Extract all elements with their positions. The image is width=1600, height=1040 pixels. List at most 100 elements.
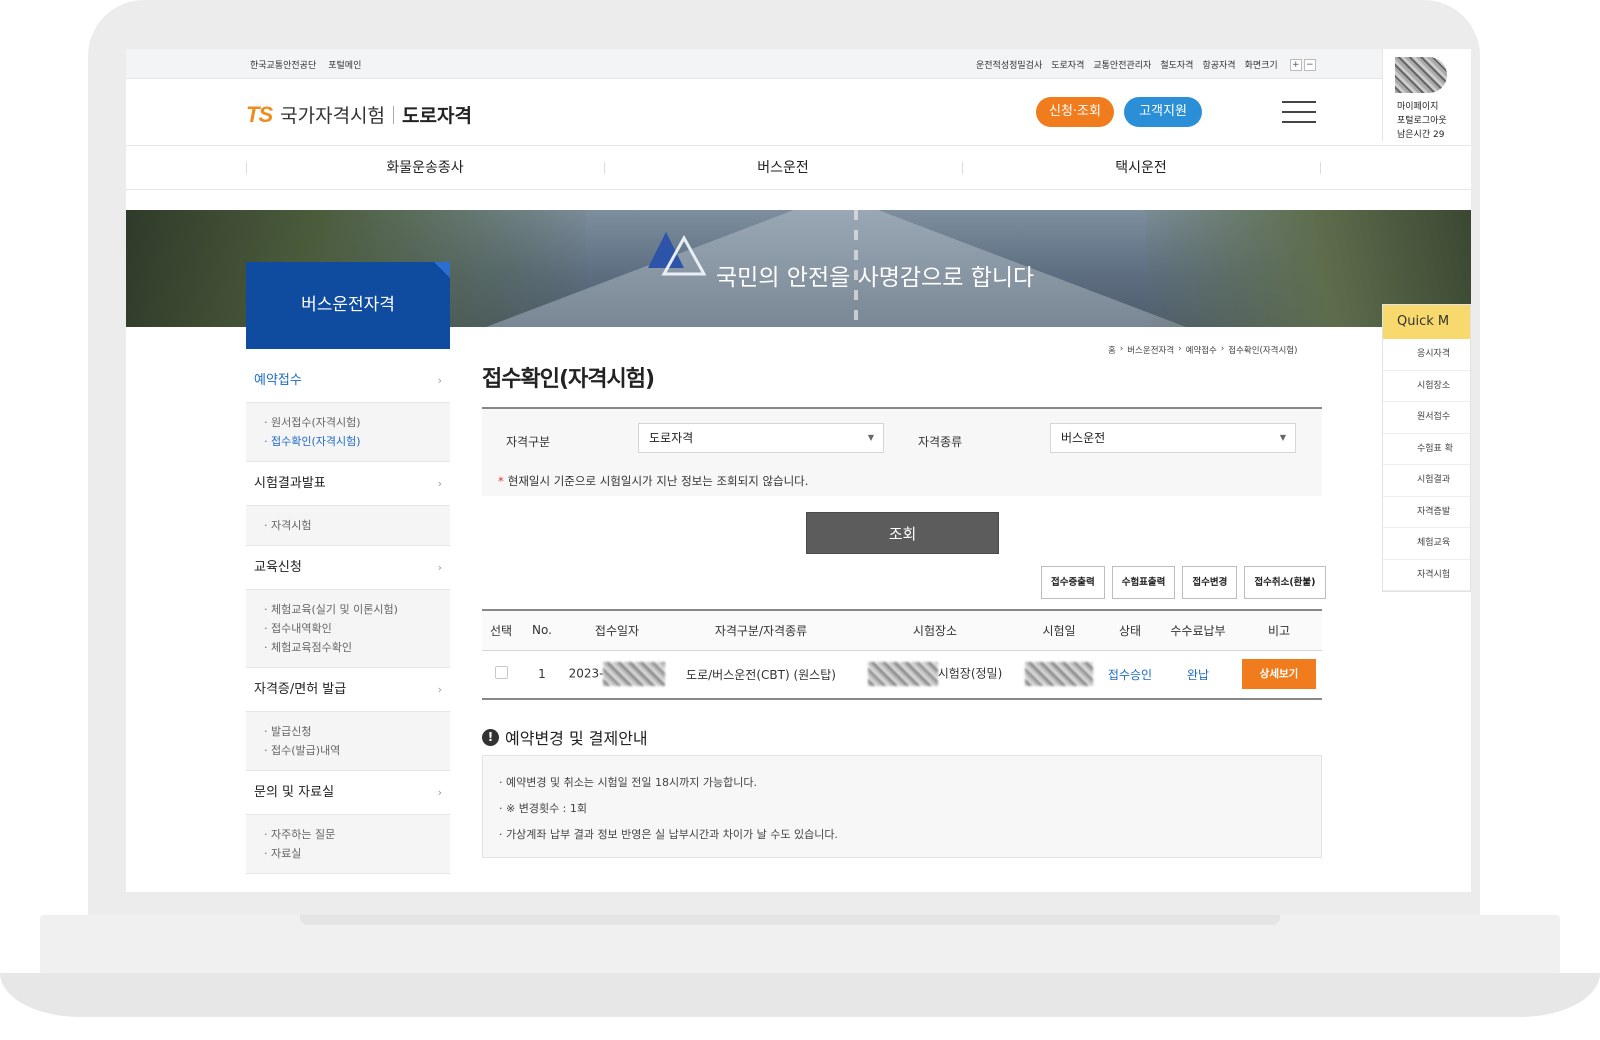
customer-support-button[interactable]: 고객지원	[1124, 97, 1202, 127]
lnb-submenu: · 자격시험	[246, 506, 450, 546]
row-exam-date	[1018, 650, 1100, 700]
lnb-sub-faq[interactable]: · 자주하는 질문	[264, 825, 436, 844]
redacted-place	[867, 662, 938, 687]
nav-item-taxi[interactable]: 택시운전	[962, 146, 1320, 190]
row-checkbox[interactable]	[494, 666, 508, 680]
lnb-item-reservation[interactable]: 예약접수 ›	[246, 359, 450, 403]
chevron-right-icon: ›	[437, 477, 442, 490]
print-ticket-button[interactable]: 수험표출력	[1111, 566, 1176, 599]
font-size-control: + −	[1289, 58, 1316, 71]
column-header: 시험일	[1018, 609, 1100, 651]
lnb-label: 문의 및 자료실	[254, 785, 335, 800]
nav-item-bus[interactable]: 버스운전	[604, 146, 962, 190]
logo-subtitle: 도로자격	[402, 105, 472, 127]
lnb-sub-score[interactable]: · 체험교육점수확인	[264, 638, 436, 657]
apply-search-button[interactable]: 신청·조회	[1036, 97, 1114, 127]
exclamation-circle-icon: !	[482, 728, 499, 746]
print-receipt-button[interactable]: 접수증출력	[1041, 566, 1105, 599]
util-link-road[interactable]: 도로자격	[1051, 58, 1084, 71]
qualification-type-label: 자격구분	[506, 435, 551, 449]
lnb-sub-application[interactable]: · 원서접수(자격시험)	[264, 413, 436, 432]
nav-item-cargo[interactable]: 화물운송종사	[246, 146, 604, 190]
cancel-refund-button[interactable]: 접수취소(환불)	[1244, 566, 1326, 599]
logout-link[interactable]: 포털로그아웃	[1397, 113, 1447, 126]
lnb-label: 예약접수	[254, 373, 302, 388]
chevron-right-icon: ›	[437, 374, 442, 387]
change-reservation-button[interactable]: 접수변경	[1182, 566, 1238, 599]
quick-menu-item[interactable]: 시험결과	[1383, 465, 1470, 497]
lnb-submenu: · 발급신청 · 접수(발급)내역	[246, 712, 450, 771]
zoom-out-button[interactable]: −	[1303, 58, 1316, 71]
quick-menu-item[interactable]: 자격시험	[1383, 560, 1470, 591]
util-link-portal[interactable]: 포털메인	[328, 58, 361, 71]
quick-menu-item[interactable]: 응시자격	[1383, 339, 1470, 371]
util-link-kotsa[interactable]: 한국교통안전공단	[250, 58, 316, 71]
logo-title: 국가자격시험	[280, 105, 386, 127]
lnb-sub-history[interactable]: · 접수내역확인	[264, 619, 436, 638]
column-header: No.	[520, 609, 564, 651]
browser-viewport: 한국교통안전공단 포털메인 운전적성정밀검사 도로자격 교통안전관리자 철도자격…	[126, 49, 1471, 892]
chevron-right-icon: ›	[437, 786, 442, 799]
breadcrumb-item[interactable]: 버스운전자격	[1127, 344, 1174, 356]
lnb-sub-issue[interactable]: · 발급신청	[264, 722, 436, 741]
laptop-base	[0, 915, 1600, 1035]
lnb-submenu: · 자주하는 질문 · 자료실	[246, 815, 450, 874]
lnb-label: 자격증/면허 발급	[254, 682, 347, 697]
column-header: 수수료납부	[1160, 609, 1236, 651]
avatar	[1395, 57, 1447, 93]
lnb-item-support[interactable]: 문의 및 자료실 ›	[246, 771, 450, 815]
lnb-sub-confirmation[interactable]: · 접수확인(자격시험)	[264, 432, 436, 451]
util-link-safety-manager[interactable]: 교통안전관리자	[1093, 58, 1151, 71]
row-status-link[interactable]: 접수승인	[1100, 650, 1160, 700]
site-header: TS 국가자격시험 도로자격 신청·조회 고객지원	[126, 79, 1471, 145]
main-navigation: 화물운송종사 버스운전 택시운전	[126, 145, 1471, 190]
breadcrumb-current: 접수확인(자격시험)	[1228, 346, 1298, 356]
zoom-in-button[interactable]: +	[1289, 58, 1302, 71]
lnb-sub-issue-history[interactable]: · 접수(발급)내역	[264, 741, 436, 760]
lnb-submenu: · 체험교육(실기 및 이론시험) · 접수내역확인 · 체험교육점수확인	[246, 590, 450, 668]
row-type: 도로/버스운전(CBT) (원스탑)	[670, 650, 852, 700]
row-fee-link[interactable]: 완납	[1160, 650, 1236, 700]
table-row: 1 2023- 도로/버스운전(CBT) (원스탑) 시험장(정밀) 접수승인 …	[482, 650, 1322, 700]
quick-menu-item[interactable]: 자격증발	[1383, 497, 1470, 528]
breadcrumb-item[interactable]: 예약접수	[1186, 344, 1217, 356]
lnb-sub-library[interactable]: · 자료실	[264, 844, 436, 863]
search-button[interactable]: 조회	[806, 512, 999, 554]
quick-menu-item[interactable]: 원서접수	[1383, 402, 1470, 434]
column-header: 자격구분/자격종류	[670, 609, 852, 651]
util-link-aviation[interactable]: 항공자격	[1202, 58, 1235, 71]
search-form: 자격구분 도로자격 ▼ 자격종류 버스운전 ▼ * 현재일시 기준으로 시험일시가 지…	[482, 407, 1322, 496]
redacted-date	[603, 662, 666, 687]
util-link-aptitude[interactable]: 운전적성정밀검사	[976, 58, 1042, 71]
util-link-rail[interactable]: 철도자격	[1160, 58, 1193, 71]
lnb-submenu: · 원서접수(자격시험) · 접수확인(자격시험)	[246, 403, 450, 462]
reservation-table: 선택 No. 접수일자 자격구분/자격종류 시험장소 시험일 상태 수수료납부 …	[482, 609, 1322, 700]
lnb-sub-experience[interactable]: · 체험교육(실기 및 이론시험)	[264, 600, 436, 619]
row-number: 1	[520, 650, 564, 700]
search-notice: * 현재일시 기준으로 시험일시가 지난 정보는 조회되지 않습니다.	[498, 474, 809, 488]
quick-menu-item[interactable]: 체험교육	[1383, 528, 1470, 560]
logo-divider	[393, 105, 395, 124]
qualification-kind-select[interactable]: 버스운전 ▼	[1050, 423, 1296, 453]
detail-view-button[interactable]: 상세보기	[1242, 659, 1316, 690]
row-date: 2023-	[564, 650, 670, 700]
qualification-type-select[interactable]: 도로자격 ▼	[638, 423, 884, 453]
side-navigation: 예약접수 › · 원서접수(자격시험) · 접수확인(자격시험) 시험결과발표 › …	[246, 359, 450, 874]
chevron-right-icon: ›	[437, 683, 442, 696]
lnb-item-results[interactable]: 시험결과발표 ›	[246, 462, 450, 506]
hamburger-menu-icon[interactable]	[1282, 101, 1316, 123]
column-header: 상태	[1100, 609, 1160, 651]
column-header: 비고	[1236, 609, 1322, 651]
login-panel: 마이페이지 포털로그아웃 남은시간 29	[1382, 49, 1471, 141]
quick-menu-item[interactable]: 시험장소	[1383, 371, 1470, 402]
lnb-item-education[interactable]: 교육신청 ›	[246, 546, 450, 590]
lnb-item-license[interactable]: 자격증/면허 발급 ›	[246, 668, 450, 712]
notice-title-text: 예약변경 및 결제안내	[505, 729, 648, 748]
mypage-link[interactable]: 마이페이지	[1397, 99, 1438, 112]
session-timer: 남은시간 29	[1397, 130, 1445, 140]
site-logo[interactable]: TS 국가자격시험 도로자격	[246, 101, 472, 128]
laptop-front-edge	[0, 973, 1600, 1017]
breadcrumb-home[interactable]: 홈	[1108, 344, 1116, 356]
lnb-sub-exam[interactable]: · 자격시험	[264, 516, 436, 535]
quick-menu-item[interactable]: 수험표 확	[1383, 434, 1470, 465]
